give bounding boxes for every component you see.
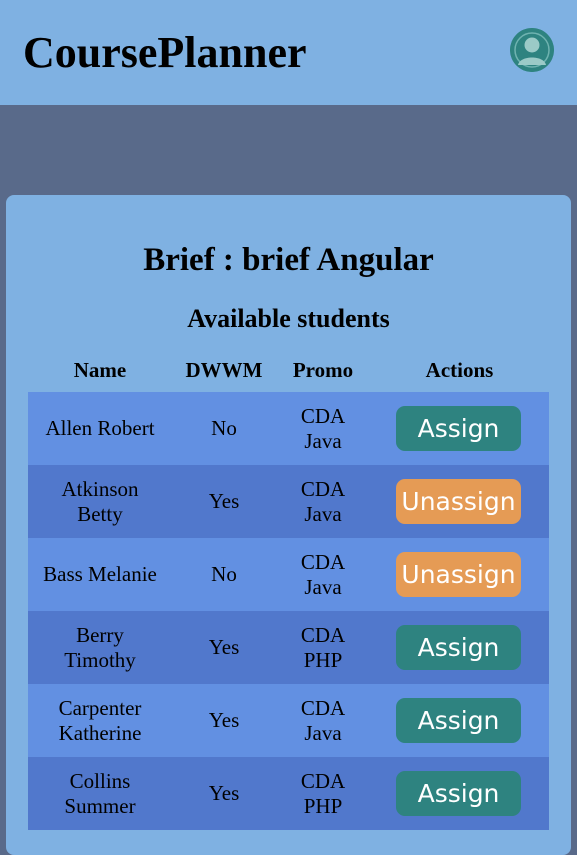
column-header-dwwm: DWWM (185, 358, 263, 382)
actions-cell: Assign (370, 757, 549, 830)
promo-cell: CDA Java (276, 538, 370, 611)
student-name-cell: Allen Robert (28, 392, 172, 465)
student-name-cell: Carpenter Katherine (28, 684, 172, 757)
assign-button[interactable]: Assign (396, 406, 521, 451)
actions-cell: Assign (370, 392, 549, 465)
promo-cell: CDA PHP (276, 757, 370, 830)
student-name-cell: Bass Melanie (28, 538, 172, 611)
student-name: Katherine (58, 720, 142, 745)
promo-value: CDA (300, 622, 346, 647)
app-title: CoursePlanner (23, 28, 307, 77)
assign-button[interactable]: Assign (396, 698, 521, 743)
student-name: Summer (64, 793, 136, 818)
student-name: Bass Melanie (43, 562, 157, 586)
column-header-name: Name (73, 358, 127, 382)
student-name: Carpenter (58, 695, 142, 720)
unassign-button[interactable]: Unassign (396, 552, 521, 597)
promo-value: CDA (300, 476, 346, 501)
student-name: Betty (77, 501, 123, 526)
promo-cell: CDA Java (276, 684, 370, 757)
student-name: Berry (76, 622, 124, 647)
table-row: Bass Melanie No CDA Java Unassign (28, 538, 549, 611)
user-avatar-icon[interactable] (510, 28, 554, 72)
column-header-actions: Actions (425, 358, 494, 382)
actions-cell: Unassign (370, 465, 549, 538)
dwwm-value: No (211, 562, 237, 586)
promo-value: CDA (300, 403, 346, 428)
promo-cell: CDA Java (276, 465, 370, 538)
promo-cell: CDA Java (276, 392, 370, 465)
promo-value: Java (304, 720, 342, 745)
promo-value: CDA (300, 549, 346, 574)
table-row: Berry Timothy Yes CDA PHP Assign (28, 611, 549, 684)
promo-value: Java (304, 428, 342, 453)
dwwm-value: No (211, 416, 237, 440)
actions-cell: Assign (370, 684, 549, 757)
table-row: Atkinson Betty Yes CDA Java Unassign (28, 465, 549, 538)
promo-value: Java (304, 574, 342, 599)
student-name-cell: Atkinson Betty (28, 465, 172, 538)
brief-title: Brief : brief Angular (143, 242, 434, 278)
students-table: Allen Robert No CDA Java Assign Atkinson Betty… (28, 392, 549, 830)
section-title: Available students (187, 304, 390, 333)
promo-value: CDA (300, 695, 346, 720)
promo-value: CDA (300, 768, 346, 793)
table-row: Carpenter Katherine Yes CDA Java Assign (28, 684, 549, 757)
unassign-button[interactable]: Unassign (396, 479, 521, 524)
actions-cell: Unassign (370, 538, 549, 611)
student-name: Atkinson (61, 476, 139, 501)
table-row: Collins Summer Yes CDA PHP Assign (28, 757, 549, 830)
promo-value: Java (304, 501, 342, 526)
dwwm-value: Yes (208, 489, 240, 513)
student-name: Collins (69, 768, 131, 793)
app-header: CoursePlanner (0, 0, 577, 105)
student-name: Allen Robert (45, 416, 155, 440)
student-name: Timothy (64, 647, 136, 672)
dwwm-value: Yes (208, 635, 240, 659)
actions-cell: Assign (370, 611, 549, 684)
assign-button[interactable]: Assign (396, 771, 521, 816)
promo-cell: CDA PHP (276, 611, 370, 684)
dwwm-value: Yes (208, 781, 240, 805)
promo-value: PHP (303, 793, 343, 818)
student-name-cell: Collins Summer (28, 757, 172, 830)
table-row: Allen Robert No CDA Java Assign (28, 392, 549, 465)
student-name-cell: Berry Timothy (28, 611, 172, 684)
dwwm-value: Yes (208, 708, 240, 732)
column-header-promo: Promo (292, 358, 354, 382)
assign-button[interactable]: Assign (396, 625, 521, 670)
promo-value: PHP (303, 647, 343, 672)
